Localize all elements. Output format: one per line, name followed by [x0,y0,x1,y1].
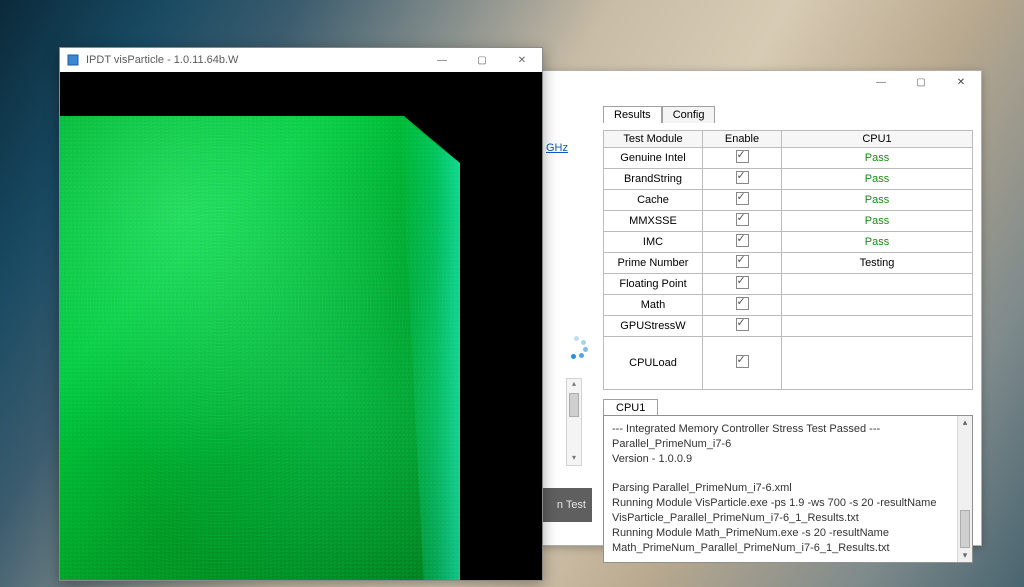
scroll-down-icon[interactable]: ▾ [567,453,581,465]
enable-checkbox[interactable] [736,234,749,247]
maximize-button[interactable]: ▢ [462,49,502,71]
enable-checkbox[interactable] [736,355,749,368]
col-header-module: Test Module [604,131,703,148]
cpu-freq-link[interactable]: GHz [546,142,568,154]
enable-checkbox[interactable] [736,171,749,184]
scroll-thumb[interactable] [960,510,970,548]
enable-cell[interactable] [703,316,782,337]
module-cell: Math [604,295,703,316]
enable-cell[interactable] [703,337,782,390]
minimize-button[interactable]: — [422,49,462,71]
test-module-table: Test Module Enable CPU1 Genuine Intel Pas… [603,130,973,390]
module-cell: GPUStressW [604,316,703,337]
maximize-button[interactable]: ▢ [901,71,941,93]
module-cell: IMC [604,232,703,253]
table-row: MMXSSE Pass [604,211,973,232]
scroll-up-icon[interactable]: ▴ [567,379,581,391]
minimize-button[interactable]: — [861,71,901,93]
col-header-enable: Enable [703,131,782,148]
particle-canvas [60,72,542,580]
enable-checkbox[interactable] [736,150,749,163]
result-cell: Pass [782,148,973,169]
result-cell: Pass [782,169,973,190]
results-tabrow: Results Config [603,105,973,122]
stop-test-button[interactable]: n Test [542,488,592,522]
visparticle-window: IPDT visParticle - 1.0.11.64b.W — ▢ ✕ [59,47,543,581]
table-row: Prime Number Testing [604,253,973,274]
tab-config[interactable]: Config [662,106,716,123]
table-row: IMC Pass [604,232,973,253]
module-cell: BrandString [604,169,703,190]
result-cell: Pass [782,232,973,253]
result-cell: Pass [782,190,973,211]
module-cell: Genuine Intel [604,148,703,169]
result-cell [782,337,973,390]
log-scrollbar[interactable]: ▴ ▾ [957,416,972,562]
close-button[interactable]: ✕ [941,71,981,93]
module-cell: Prime Number [604,253,703,274]
app-icon [66,53,80,67]
close-button[interactable]: ✕ [502,49,542,71]
table-row: Cache Pass [604,190,973,211]
enable-cell[interactable] [703,295,782,316]
log-tab-cpu1[interactable]: CPU1 [603,399,658,416]
enable-checkbox[interactable] [736,213,749,226]
particle-volume [60,116,460,580]
enable-cell[interactable] [703,169,782,190]
table-row: BrandString Pass [604,169,973,190]
enable-cell[interactable] [703,211,782,232]
diagnostic-window: — ▢ ✕ Results Config Test Module Enable … [540,70,982,546]
module-cell: Floating Point [604,274,703,295]
log-output[interactable]: --- Integrated Memory Controller Stress … [603,415,973,563]
vis-titlebar[interactable]: IPDT visParticle - 1.0.11.64b.W — ▢ ✕ [60,48,542,72]
enable-cell[interactable] [703,190,782,211]
result-cell [782,295,973,316]
enable-checkbox[interactable] [736,297,749,310]
table-row: Floating Point [604,274,973,295]
module-cell: CPULoad [604,337,703,390]
table-row: Genuine Intel Pass [604,148,973,169]
diag-body: Results Config Test Module Enable CPU1 G… [541,93,981,571]
hidden-panel-scrollbar[interactable]: ▴ ▾ [566,378,582,466]
scroll-down-icon[interactable]: ▾ [958,549,972,562]
tab-results[interactable]: Results [603,106,662,123]
enable-cell[interactable] [703,232,782,253]
enable-cell[interactable] [703,274,782,295]
window-title: IPDT visParticle - 1.0.11.64b.W [86,54,238,66]
table-row: Math [604,295,973,316]
table-row: CPULoad [604,337,973,390]
module-cell: Cache [604,190,703,211]
scroll-up-icon[interactable]: ▴ [958,416,972,429]
enable-checkbox[interactable] [736,255,749,268]
loading-spinner-icon [565,336,587,358]
scroll-thumb[interactable] [569,393,579,417]
result-cell: Pass [782,211,973,232]
enable-checkbox[interactable] [736,192,749,205]
enable-cell[interactable] [703,253,782,274]
table-row: GPUStressW [604,316,973,337]
module-cell: MMXSSE [604,211,703,232]
enable-cell[interactable] [703,148,782,169]
diag-titlebar[interactable]: — ▢ ✕ [541,71,981,93]
log-text: --- Integrated Memory Controller Stress … [612,422,964,556]
result-cell: Testing [782,253,973,274]
enable-checkbox[interactable] [736,276,749,289]
log-panel: CPU1 --- Integrated Memory Controller St… [603,398,973,563]
col-header-cpu: CPU1 [782,131,973,148]
result-cell [782,274,973,295]
result-cell [782,316,973,337]
enable-checkbox[interactable] [736,318,749,331]
